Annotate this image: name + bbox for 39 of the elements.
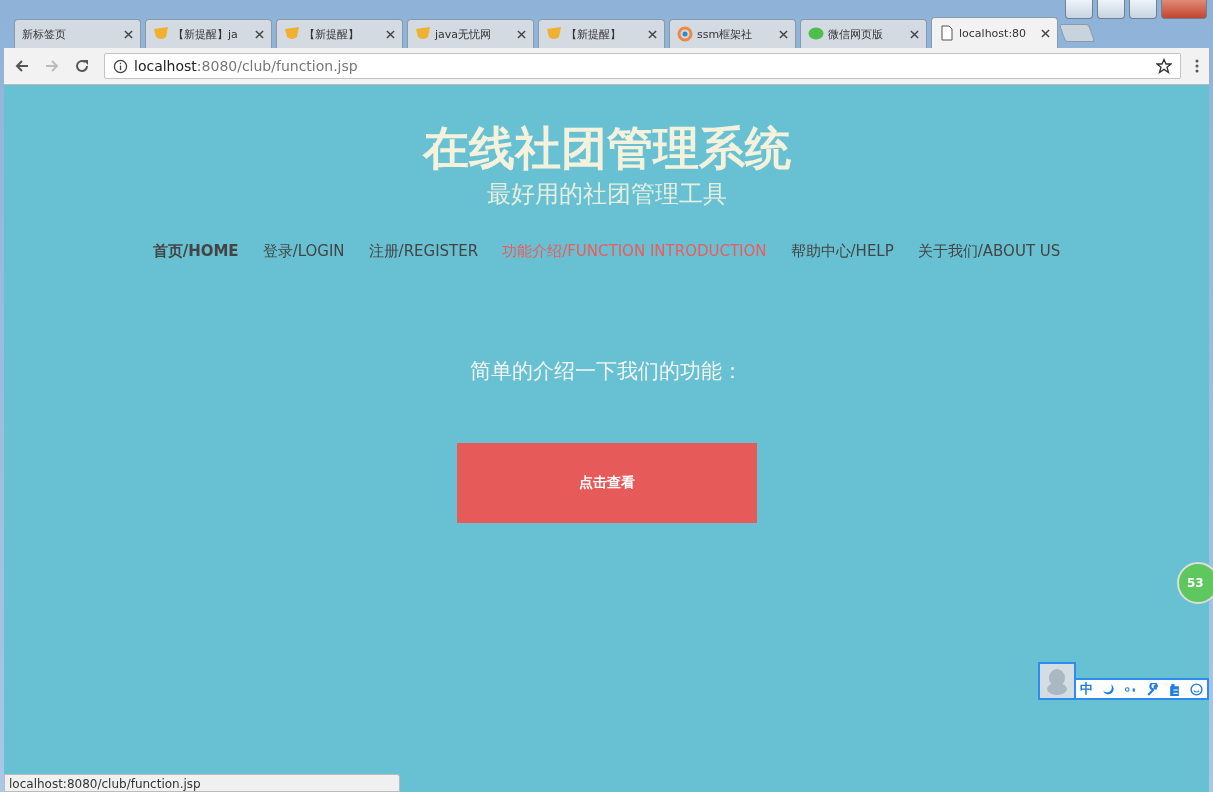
bookmark-star-icon[interactable] [1156,58,1172,74]
close-icon[interactable] [255,29,264,39]
nav-link[interactable]: 帮助中心/HELP [790,242,894,262]
browser-tab[interactable]: 【新提醒】 [538,19,665,48]
close-icon[interactable] [779,29,788,39]
status-bar: localhost:8080/club/function.jsp [4,774,400,792]
browser-tab[interactable]: 【新提醒】 [276,19,403,48]
close-icon[interactable] [910,29,919,39]
info-icon [113,58,128,74]
close-icon[interactable] [1041,28,1050,38]
site-subtitle: 最好用的社团管理工具 [486,179,727,211]
close-icon[interactable] [648,29,657,39]
back-icon[interactable] [14,58,30,74]
nav-link[interactable]: 注册/REGISTER [368,242,479,262]
input-mode-label[interactable]: 中 [1080,680,1093,698]
browser-tab[interactable]: ssm框架社 [669,19,796,48]
close-icon[interactable] [517,29,526,39]
nav-link[interactable]: 关于我们/ABOUT US [917,242,1061,262]
smiley-icon[interactable] [1190,682,1203,696]
close-icon[interactable] [124,29,133,39]
browser-tab[interactable]: 【新提醒】ja [145,19,272,48]
wrench-icon[interactable] [1146,682,1159,696]
view-button[interactable]: 点击查看 [456,443,757,524]
clipboard-icon[interactable] [1168,682,1181,696]
chat-icon [808,26,824,42]
menu-icon[interactable] [1195,58,1199,74]
nav-link[interactable]: 登录/LOGIN [262,242,345,262]
browser-tab[interactable]: java无忧网 [407,19,534,48]
page-icon [939,25,955,41]
close-icon[interactable] [386,29,395,39]
browser-tab[interactable]: 新标签页 [14,19,141,48]
reload-icon[interactable] [74,58,90,74]
address-bar[interactable]: localhost:8080/club/function.jsp [104,53,1181,79]
intro-heading: 简单的介绍一下我们的功能： [470,358,743,386]
browser-tab[interactable]: localhost:80 [931,17,1058,48]
browser-tab[interactable]: 微信网页版 [800,19,927,48]
ring-icon [677,26,693,42]
nav-link[interactable]: 首页/HOME [152,242,239,262]
site-title: 在线社团管理系统 [422,121,791,177]
